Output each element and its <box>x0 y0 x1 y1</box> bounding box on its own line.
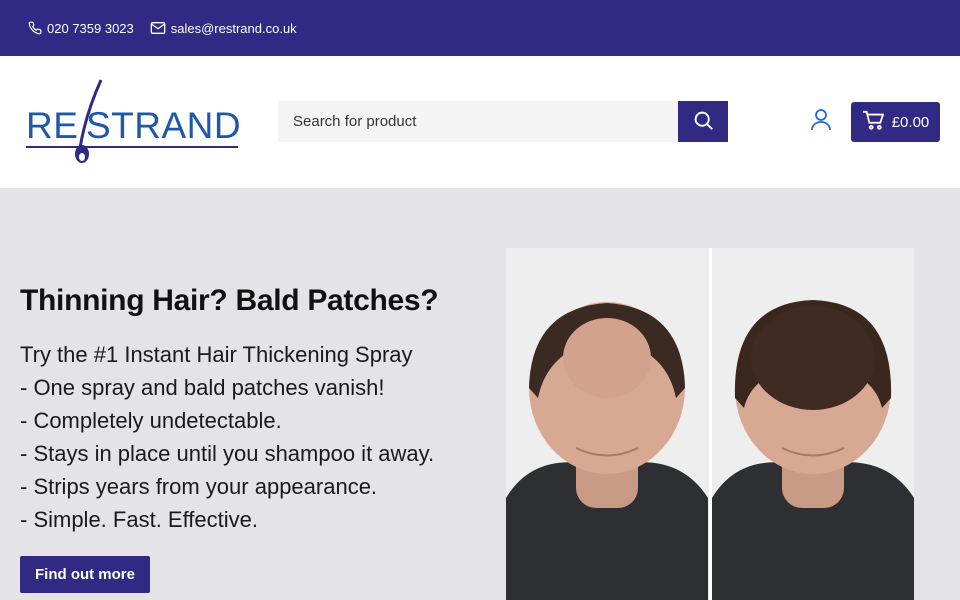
hero-feature-list: Try the #1 Instant Hair Thickening Spray… <box>20 338 434 536</box>
top-contact-bar: 020 7359 3023 sales@restrand.co.uk <box>0 0 960 56</box>
hero-line: - Stays in place until you shampoo it aw… <box>20 441 435 466</box>
search-input[interactable] <box>278 101 678 142</box>
phone-icon <box>28 21 42 35</box>
hero-line: - One spray and bald patches vanish! <box>20 375 385 400</box>
mail-icon <box>150 21 166 35</box>
restrand-logo[interactable]: RE STRAND <box>26 78 242 168</box>
svg-text:RE: RE <box>26 105 78 146</box>
email-address[interactable]: sales@restrand.co.uk <box>171 21 297 36</box>
hero-title: Thinning Hair? Bald Patches? <box>20 284 439 317</box>
search-bar <box>278 101 728 142</box>
hero-line: Try the #1 Instant Hair Thickening Spray <box>20 342 413 367</box>
cart-icon <box>862 110 884 134</box>
hero-line: - Simple. Fast. Effective. <box>20 507 259 532</box>
site-header: RE STRAND £0.00 <box>0 56 960 188</box>
search-button[interactable] <box>678 101 728 142</box>
user-icon <box>811 108 831 136</box>
cart-button[interactable]: £0.00 <box>851 102 940 142</box>
hero-line: - Completely undetectable. <box>20 408 282 433</box>
cart-total: £0.00 <box>891 113 930 131</box>
phone-contact[interactable]: 020 7359 3023 <box>28 21 134 36</box>
svg-text:STRAND: STRAND <box>86 105 241 146</box>
email-contact[interactable]: sales@restrand.co.uk <box>150 21 297 36</box>
search-icon <box>693 110 714 134</box>
account-button[interactable] <box>808 108 834 136</box>
phone-number[interactable]: 020 7359 3023 <box>47 21 134 36</box>
hero-line: - Strips years from your appearance. <box>20 474 378 499</box>
before-after-image <box>506 248 914 600</box>
find-out-more-button[interactable]: Find out more <box>20 556 150 593</box>
